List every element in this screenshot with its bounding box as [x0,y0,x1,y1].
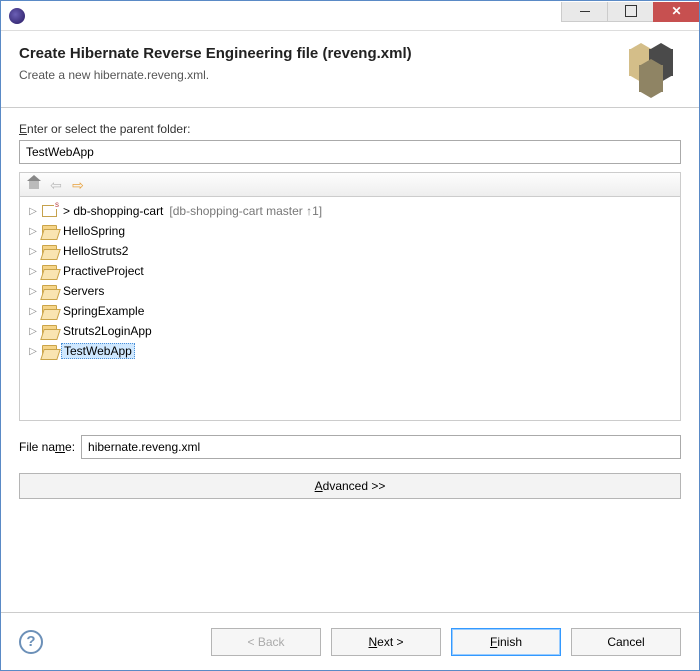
folder-icon [42,345,57,357]
filename-label: File name: [19,440,75,454]
parent-folder-input[interactable] [19,140,681,164]
wizard-footer: ? < Back Next > Finish Cancel [1,612,699,670]
parent-folder-label: Enter or select the parent folder: [19,122,681,136]
tree-item[interactable]: ▷ Struts2LoginApp [20,321,680,341]
tree-item-suffix: [db-shopping-cart master ↑1] [169,204,322,218]
repo-icon [42,205,57,217]
folder-icon [42,225,57,237]
tree-item-label: SpringExample [61,304,146,318]
maximize-button[interactable] [607,2,653,22]
home-icon[interactable] [26,177,42,193]
hibernate-logo-icon [629,45,677,93]
tree-item-label: > db-shopping-cart [61,204,165,218]
tree-toolbar: ⇦ ⇨ [19,172,681,196]
forward-arrow-icon[interactable]: ⇨ [70,177,86,193]
tree-item[interactable]: ▷ HelloSpring [20,221,680,241]
expand-icon[interactable]: ▷ [28,306,38,317]
folder-icon [42,305,57,317]
wizard-title: Create Hibernate Reverse Engineering fil… [19,45,621,62]
cancel-button[interactable]: Cancel [571,628,681,656]
expand-icon[interactable]: ▷ [28,286,38,297]
wizard-content: Enter or select the parent folder: ⇦ ⇨ ▷… [1,107,699,612]
wizard-subtitle: Create a new hibernate.reveng.xml. [19,68,621,82]
help-icon[interactable]: ? [19,630,43,654]
folder-icon [42,265,57,277]
tree-item[interactable]: ▷ Servers [20,281,680,301]
expand-icon[interactable]: ▷ [28,226,38,237]
tree-item-label: PractiveProject [61,264,146,278]
tree-item-label: Servers [61,284,106,298]
tree-item[interactable]: ▷ SpringExample [20,301,680,321]
wizard-banner: Create Hibernate Reverse Engineering fil… [1,31,699,107]
tree-item[interactable]: ▷ HelloStruts2 [20,241,680,261]
tree-item[interactable]: ▷ > db-shopping-cart [db-shopping-cart ma… [20,201,680,221]
folder-icon [42,285,57,297]
close-button[interactable] [653,2,699,22]
back-button: < Back [211,628,321,656]
tree-item[interactable]: ▷ TestWebApp [20,341,680,361]
expand-icon[interactable]: ▷ [28,266,38,277]
advanced-button[interactable]: Advanced >> [19,473,681,499]
expand-icon[interactable]: ▷ [28,246,38,257]
window-titlebar [1,1,699,31]
tree-item-label: HelloSpring [61,224,127,238]
folder-icon [42,245,57,257]
expand-icon[interactable]: ▷ [28,206,38,217]
tree-item[interactable]: ▷ PractiveProject [20,261,680,281]
back-arrow-icon[interactable]: ⇦ [48,177,64,193]
next-button[interactable]: Next > [331,628,441,656]
tree-item-label: HelloStruts2 [61,244,130,258]
filename-input[interactable] [81,435,681,459]
tree-item-label: TestWebApp [61,343,135,359]
tree-item-label: Struts2LoginApp [61,324,154,338]
folder-tree[interactable]: ▷ > db-shopping-cart [db-shopping-cart ma… [19,196,681,421]
eclipse-icon [9,8,25,24]
minimize-button[interactable] [561,2,607,22]
finish-button[interactable]: Finish [451,628,561,656]
expand-icon[interactable]: ▷ [28,326,38,337]
folder-icon [42,325,57,337]
expand-icon[interactable]: ▷ [28,346,38,357]
